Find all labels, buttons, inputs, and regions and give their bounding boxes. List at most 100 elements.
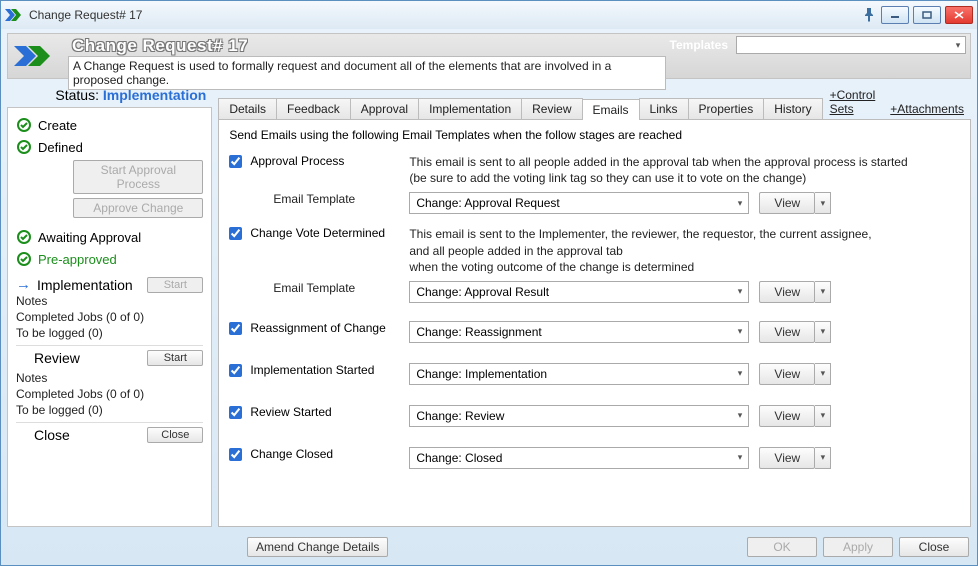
row-approval-process: Approval Process This email is sent to a… xyxy=(229,150,960,190)
row-vote-template: Email Template Change: Approval Result ▾… xyxy=(229,279,960,305)
emails-tab-content: Send Emails using the following Email Te… xyxy=(218,120,971,527)
stage-defined: Defined xyxy=(16,136,203,158)
tab-control-sets[interactable]: +Control Sets xyxy=(822,85,884,119)
chevron-down-icon: ▾ xyxy=(738,198,743,209)
select-approval-template[interactable]: Change: Approval Request ▾ xyxy=(409,192,749,214)
body: Status: Implementation Create Defined St… xyxy=(1,81,977,531)
select-vote-template[interactable]: Change: Approval Result ▾ xyxy=(409,281,749,303)
stage-label: Defined xyxy=(38,140,83,155)
row-change-closed: Change Closed Change: Closed ▾ View ▾ xyxy=(229,443,960,473)
review-start-button[interactable]: Start xyxy=(147,350,203,366)
desc-vote-determined: This email is sent to the Implementer, t… xyxy=(409,226,960,275)
chevron-down-icon: ▾ xyxy=(951,40,965,51)
chevron-down-icon: ▾ xyxy=(738,286,743,297)
tab-history[interactable]: History xyxy=(763,98,822,119)
tabs-bar: Details Feedback Approval Implementation… xyxy=(218,81,971,120)
view-button[interactable]: View xyxy=(759,447,815,469)
start-approval-button: Start Approval Process xyxy=(73,160,203,194)
email-template-label: Email Template xyxy=(229,192,399,206)
stage-implementation: → Implementation Start xyxy=(16,270,203,293)
check-vote-determined[interactable]: Change Vote Determined xyxy=(229,226,399,240)
approve-change-button: Approve Change xyxy=(73,198,203,218)
check-circle-icon xyxy=(16,117,32,133)
checkbox[interactable] xyxy=(229,227,242,240)
amend-change-details-button[interactable]: Amend Change Details xyxy=(247,537,388,557)
row-review-started: Review Started Change: Review ▾ View ▾ xyxy=(229,401,960,431)
check-impl-started[interactable]: Implementation Started xyxy=(229,363,399,377)
view-dropdown[interactable]: ▾ xyxy=(815,281,831,303)
view-button[interactable]: View xyxy=(759,192,815,214)
view-button[interactable]: View xyxy=(759,405,815,427)
close-window-button[interactable] xyxy=(945,6,973,24)
tab-details[interactable]: Details xyxy=(218,98,277,119)
view-button[interactable]: View xyxy=(759,281,815,303)
stage-label: Pre-approved xyxy=(38,252,117,267)
row-approval-template: Email Template Change: Approval Request … xyxy=(229,190,960,216)
status-box: Create Defined Start Approval Process Ap… xyxy=(7,107,212,527)
view-button[interactable]: View xyxy=(759,363,815,385)
header-title-block: Change Request# 17 A Change Request is u… xyxy=(68,34,666,78)
select-impl-template[interactable]: Change: Implementation ▾ xyxy=(409,363,749,385)
tab-feedback[interactable]: Feedback xyxy=(276,98,351,119)
stage-label: Review xyxy=(16,350,80,366)
stage-label: Awaiting Approval xyxy=(38,230,141,245)
templates-area: Templates ▾ xyxy=(666,34,970,78)
check-label: Review Started xyxy=(250,405,331,419)
check-approval-process[interactable]: Approval Process xyxy=(229,154,399,168)
status-value: Implementation xyxy=(103,87,206,103)
chevron-down-icon: ▾ xyxy=(738,452,743,463)
view-dropdown[interactable]: ▾ xyxy=(815,321,831,343)
checkbox[interactable] xyxy=(229,448,242,461)
chevron-down-icon: ▾ xyxy=(738,368,743,379)
select-reassignment-template[interactable]: Change: Reassignment ▾ xyxy=(409,321,749,343)
stage-review: Review Start xyxy=(16,345,203,370)
tab-attachments[interactable]: +Attachments xyxy=(882,99,972,119)
tab-implementation[interactable]: Implementation xyxy=(418,98,522,119)
check-change-closed[interactable]: Change Closed xyxy=(229,447,399,461)
status-pane: Status: Implementation Create Defined St… xyxy=(7,81,212,527)
view-dropdown[interactable]: ▾ xyxy=(815,192,831,214)
to-be-logged: To be logged (0) xyxy=(16,402,203,418)
checkbox[interactable] xyxy=(229,364,242,377)
check-reassignment[interactable]: Reassignment of Change xyxy=(229,321,399,335)
check-label: Change Closed xyxy=(250,447,333,461)
check-label: Change Vote Determined xyxy=(250,226,385,240)
check-circle-icon xyxy=(16,251,32,267)
tab-approval[interactable]: Approval xyxy=(350,98,419,119)
stage-pre-approved: Pre-approved xyxy=(16,248,203,270)
templates-dropdown[interactable]: ▾ xyxy=(736,36,966,54)
view-dropdown[interactable]: ▾ xyxy=(815,447,831,469)
checkbox[interactable] xyxy=(229,406,242,419)
desc-approval-process: This email is sent to all people added i… xyxy=(409,154,960,186)
check-label: Reassignment of Change xyxy=(250,321,385,335)
app-chevrons-icon xyxy=(5,9,27,21)
view-dropdown[interactable]: ▾ xyxy=(815,405,831,427)
completed-jobs: Completed Jobs (0 of 0) xyxy=(16,309,203,325)
emails-instruction: Send Emails using the following Email Te… xyxy=(229,128,960,150)
status-heading: Status: Implementation xyxy=(7,81,212,107)
tab-review[interactable]: Review xyxy=(521,98,582,119)
minimize-button[interactable] xyxy=(881,6,909,24)
check-label: Implementation Started xyxy=(250,363,374,377)
apply-button: Apply xyxy=(823,537,893,557)
check-circle-icon xyxy=(16,139,32,155)
tab-properties[interactable]: Properties xyxy=(688,98,765,119)
status-label: Status: xyxy=(55,87,99,103)
select-closed-template[interactable]: Change: Closed ▾ xyxy=(409,447,749,469)
stage-close-button[interactable]: Close xyxy=(147,427,203,443)
tab-emails[interactable]: Emails xyxy=(582,99,640,120)
check-review-started[interactable]: Review Started xyxy=(229,405,399,419)
header-strip: Change Request# 17 A Change Request is u… xyxy=(7,33,971,79)
checkbox[interactable] xyxy=(229,322,242,335)
pin-icon[interactable] xyxy=(861,7,877,23)
maximize-button[interactable] xyxy=(913,6,941,24)
checkbox[interactable] xyxy=(229,155,242,168)
view-button[interactable]: View xyxy=(759,321,815,343)
close-button[interactable]: Close xyxy=(899,537,969,557)
select-review-template[interactable]: Change: Review ▾ xyxy=(409,405,749,427)
view-dropdown[interactable]: ▾ xyxy=(815,363,831,385)
tab-links[interactable]: Links xyxy=(639,98,689,119)
row-impl-started: Implementation Started Change: Implement… xyxy=(229,359,960,389)
to-be-logged: To be logged (0) xyxy=(16,325,203,341)
stage-create: Create xyxy=(16,114,203,136)
